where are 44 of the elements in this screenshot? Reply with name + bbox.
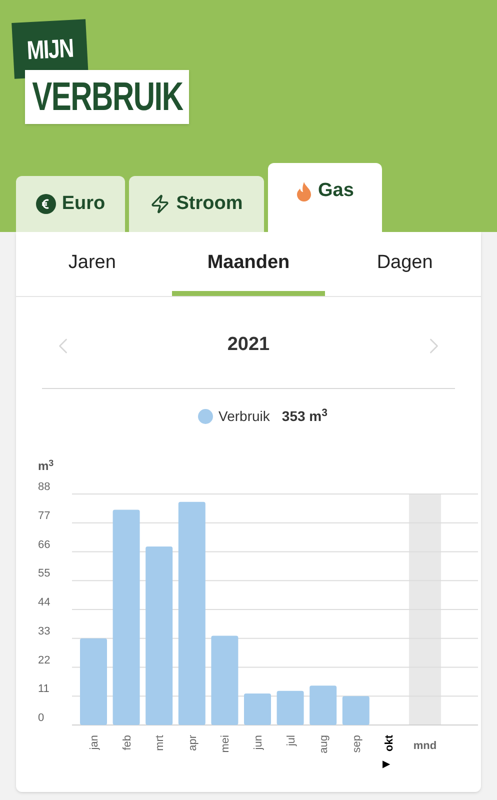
x-tick-label: jan <box>88 735 100 750</box>
year-label: 2021 <box>227 333 270 358</box>
bar[interactable] <box>244 694 271 725</box>
x-tick-label: aug <box>318 735 330 754</box>
current-marker: ▶ <box>382 759 391 770</box>
flame-icon <box>296 182 312 202</box>
euro-icon <box>36 194 56 214</box>
bar[interactable] <box>112 510 140 725</box>
energy-tab[interactable]: Euro <box>16 176 125 232</box>
bar[interactable] <box>342 696 370 725</box>
y-tick-label: 11 <box>38 683 50 696</box>
x-tick-label: mrt <box>154 735 166 751</box>
legend-total: 353 m$^{3}$ <box>282 406 328 426</box>
y-tick-label: 66 <box>38 538 50 551</box>
legend-label: Verbruik <box>218 407 270 426</box>
bar[interactable] <box>146 546 173 725</box>
y-tick-label: 0 <box>38 712 44 724</box>
bar[interactable] <box>80 638 107 725</box>
bar[interactable] <box>276 690 304 725</box>
x-axis-unit: mnd <box>413 740 437 752</box>
y-tick-label: 22 <box>38 654 50 666</box>
lightning-icon <box>150 194 170 214</box>
y-tick-label: 44 <box>38 596 50 608</box>
bar[interactable] <box>310 686 337 725</box>
y-tick-label: 77 <box>38 510 50 522</box>
x-tick-label: jul <box>285 735 298 746</box>
energy-tab[interactable]: Gas <box>268 163 382 232</box>
x-tick-label: jun <box>252 735 264 750</box>
period-tab[interactable]: Maanden <box>172 232 325 296</box>
x-tick-label: okt <box>384 735 396 752</box>
y-axis-unit: m$^{3}$ <box>38 457 54 475</box>
period-tab[interactable]: Dagen <box>328 232 481 296</box>
y-tick-label: 33 <box>38 625 50 638</box>
energy-tab[interactable]: Stroom <box>129 176 264 232</box>
x-tick-label: apr <box>186 735 199 751</box>
y-tick-label: 55 <box>38 568 50 580</box>
x-tick-label: mei <box>220 735 232 753</box>
y-tick-label: 88 <box>38 481 50 493</box>
bar[interactable] <box>178 502 206 725</box>
x-tick-label: feb <box>121 735 134 750</box>
x-tick-label: sep <box>350 735 363 753</box>
bar[interactable] <box>211 636 238 725</box>
logo-bottom-label: VERBRUIK <box>25 70 189 124</box>
period-tab[interactable]: Jaren <box>16 232 168 296</box>
